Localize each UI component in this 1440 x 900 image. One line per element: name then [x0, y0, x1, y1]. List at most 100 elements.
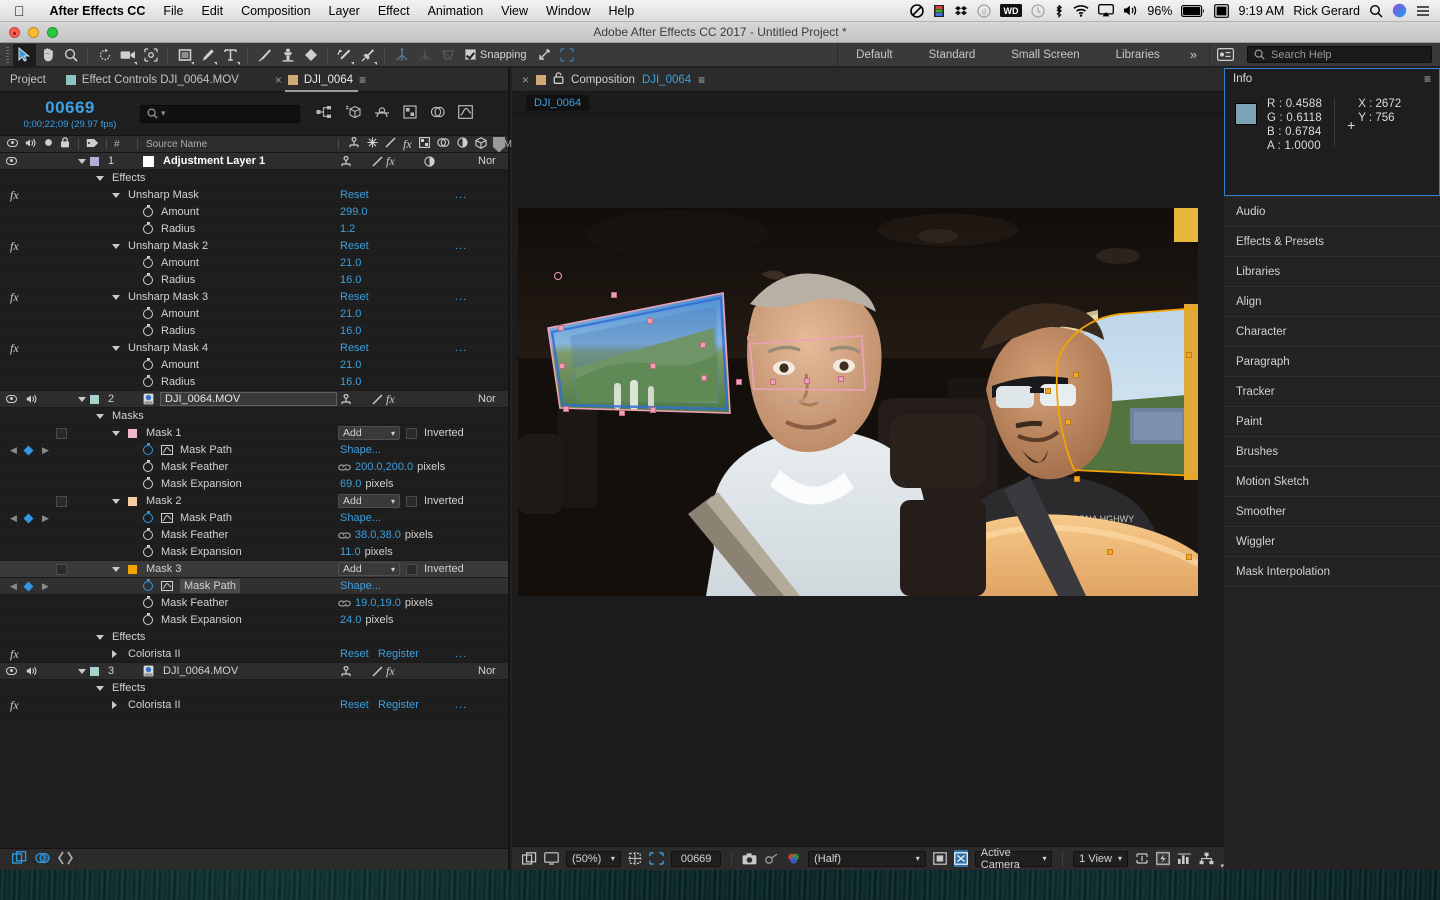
zoom-tool-icon[interactable]: [59, 44, 82, 66]
effect-expand-toggle[interactable]: [112, 192, 120, 198]
mask-feather-row[interactable]: Mask Feather 200.0,200.0 pixels: [0, 459, 508, 476]
mask-row[interactable]: Mask 3 Add ▾ Inverted: [0, 561, 508, 578]
mask-path-row[interactable]: ◀ ▶ Mask Path Shape...: [0, 578, 508, 595]
mask-name[interactable]: Mask 2: [146, 495, 181, 507]
layer-adjustment-switch[interactable]: [424, 155, 435, 167]
camera-tool-icon[interactable]: [116, 44, 139, 66]
panel-tab-align[interactable]: Align: [1224, 287, 1440, 317]
mask-lock[interactable]: [56, 563, 67, 575]
layer-effects-switch[interactable]: fx: [386, 664, 395, 679]
main-viewer-icon[interactable]: [544, 850, 559, 867]
view-layout-select[interactable]: 1 View ▾: [1073, 850, 1128, 867]
property-stopwatch[interactable]: [143, 205, 153, 217]
mask-name[interactable]: Mask 1: [146, 427, 181, 439]
panel-menu-icon[interactable]: ≡: [1424, 72, 1431, 86]
timeline-layer-row[interactable]: 1 Adjustment Layer 1 fx Nor: [0, 153, 508, 170]
choose-grid-guides-icon[interactable]: [628, 850, 642, 867]
mask-lock[interactable]: [56, 495, 67, 507]
menu-item-view[interactable]: View: [492, 4, 537, 18]
layer-visibility-toggle[interactable]: [6, 157, 17, 165]
toggle-transfer-controls-icon[interactable]: [35, 851, 50, 868]
mask-vertex[interactable]: [650, 407, 656, 413]
magnification-select[interactable]: (50%) ▾: [566, 850, 621, 867]
prev-keyframe-button[interactable]: ◀: [10, 445, 17, 456]
effect-options-button[interactable]: ...: [455, 291, 467, 303]
layer-parent-switch[interactable]: [340, 393, 352, 405]
mask-path-value[interactable]: Shape...: [340, 512, 381, 524]
effects-expand-toggle[interactable]: [96, 634, 104, 640]
clock-time[interactable]: 9:19 AM: [1238, 4, 1284, 18]
shape-tool-icon[interactable]: [173, 44, 196, 66]
effect-name[interactable]: Unsharp Mask 3: [128, 291, 208, 303]
property-stopwatch[interactable]: [143, 375, 153, 387]
layer-audio-toggle[interactable]: [26, 394, 38, 404]
toggle-mask-visibility-icon[interactable]: [953, 850, 968, 867]
mask-expand-toggle[interactable]: [112, 498, 120, 504]
layer-visibility-toggle[interactable]: [6, 667, 17, 675]
effect-register-button[interactable]: Register: [378, 699, 419, 711]
property-value[interactable]: 21.0: [340, 308, 361, 320]
mask-path-stopwatch[interactable]: [143, 443, 153, 455]
effect-property-row[interactable]: Amount 21.0: [0, 306, 508, 323]
panel-tab-brushes[interactable]: Brushes: [1224, 437, 1440, 467]
effect-property-row[interactable]: Amount 21.0: [0, 255, 508, 272]
draft-3d-icon[interactable]: [345, 104, 361, 123]
menu-item-window[interactable]: Window: [537, 4, 599, 18]
effects-expand-toggle[interactable]: [96, 685, 104, 691]
next-keyframe-button[interactable]: ▶: [42, 513, 49, 524]
mask-vertex[interactable]: [838, 376, 844, 382]
volume-icon[interactable]: [1123, 4, 1138, 17]
mask-color[interactable]: [128, 496, 137, 506]
airplay-icon[interactable]: [1098, 4, 1115, 17]
effect-options-button[interactable]: ...: [455, 699, 467, 711]
effect-options-button[interactable]: ...: [455, 342, 467, 354]
mask-feather-stopwatch[interactable]: [143, 596, 153, 608]
layer-label-swatch[interactable]: [90, 394, 99, 404]
panel-tab-character[interactable]: Character: [1224, 317, 1440, 347]
layer-blend-mode[interactable]: Nor: [478, 665, 496, 677]
effect-property-row[interactable]: Radius 1.2: [0, 221, 508, 238]
mask-path-stopwatch[interactable]: [143, 579, 153, 591]
workspace-settings-icon[interactable]: [1214, 44, 1237, 66]
colorsync-icon[interactable]: [933, 4, 945, 18]
tab-timeline-dji0064[interactable]: × DJI_0064 ≡: [265, 68, 376, 92]
effect-row[interactable]: fx Unsharp Mask Reset...: [0, 187, 508, 204]
region-of-interest-icon[interactable]: [556, 44, 579, 66]
mask-vertex[interactable]: [1074, 476, 1080, 482]
mask-vertex[interactable]: [736, 379, 742, 385]
siri-icon[interactable]: [1392, 3, 1407, 18]
effects-expand-toggle[interactable]: [96, 175, 104, 181]
mask-vertex[interactable]: [700, 342, 706, 348]
mask-feather-value-group[interactable]: 19.0,19.0 pixels: [338, 597, 433, 609]
mask-expand-toggle[interactable]: [112, 430, 120, 436]
mask-vertex[interactable]: [559, 363, 565, 369]
battery-icon[interactable]: [1181, 4, 1205, 17]
menu-item-layer[interactable]: Layer: [320, 4, 369, 18]
dropbox-icon[interactable]: [954, 4, 968, 18]
breadcrumb-item[interactable]: DJI_0064: [526, 94, 590, 111]
mask-expansion-stopwatch[interactable]: [143, 613, 153, 625]
mask-vertex[interactable]: [611, 292, 617, 298]
mask-vertex[interactable]: [770, 379, 776, 385]
mask-expansion-stopwatch[interactable]: [143, 477, 153, 489]
mask-vertex[interactable]: [650, 363, 656, 369]
visibility-icon[interactable]: [6, 395, 17, 403]
bluetooth-icon[interactable]: [1054, 4, 1064, 18]
mask-inverted-toggle[interactable]: [406, 427, 417, 439]
effect-reset-button[interactable]: Reset: [340, 648, 369, 660]
panel-tab-mask-interpolation[interactable]: Mask Interpolation: [1224, 557, 1440, 587]
mask-mode-select[interactable]: Add ▾: [338, 562, 400, 576]
effect-expand-toggle[interactable]: [112, 243, 120, 249]
effect-property-row[interactable]: Amount 21.0: [0, 357, 508, 374]
mask-vertex[interactable]: [558, 325, 564, 331]
effect-expand-toggle[interactable]: [112, 294, 120, 300]
effect-row[interactable]: fx Colorista II Reset Register...: [0, 646, 508, 663]
workspace-default[interactable]: Default: [838, 49, 910, 61]
mask-feather-stopwatch[interactable]: [143, 460, 153, 472]
mask-path-row[interactable]: ◀ ▶ Mask Path Shape...: [0, 510, 508, 527]
puppet-mesh-tool-icon[interactable]: [436, 44, 459, 66]
selection-tool-icon[interactable]: [13, 43, 36, 66]
effects-group-row[interactable]: Effects: [0, 680, 508, 697]
mask-mode-select[interactable]: Add ▾: [338, 426, 400, 440]
effect-options-button[interactable]: ...: [455, 189, 467, 201]
